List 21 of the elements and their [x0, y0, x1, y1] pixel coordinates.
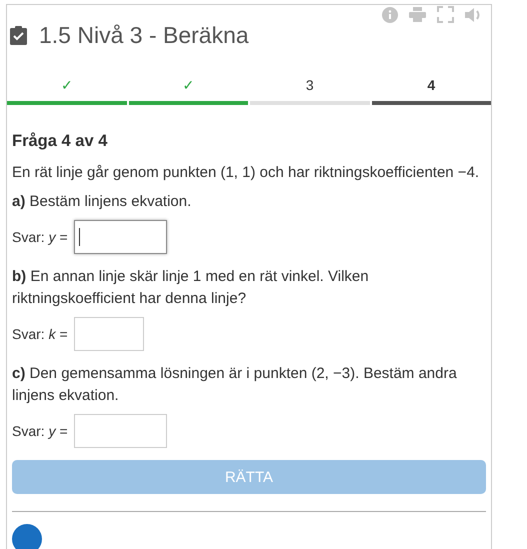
answer-field[interactable]	[74, 317, 144, 351]
info-icon[interactable]	[382, 6, 398, 22]
answer-label: Svar: k =	[12, 326, 68, 342]
question-part: c) Den gemensamma lösningen är i punkten (2, −3). Bestäm andra linjens ekvation.	[12, 364, 458, 406]
question-part: a) Bestäm linjens ekvation.	[12, 192, 192, 212]
page-title: 1.5 Nivå 3 - Beräkna	[39, 22, 249, 48]
question-heading: Fråga 4 av 4	[12, 132, 108, 151]
answer-field[interactable]	[74, 220, 167, 254]
progress-step[interactable]: 4	[372, 77, 491, 105]
avatar-icon	[12, 524, 42, 549]
clipboard-check-icon	[10, 26, 27, 44]
answer-label: Svar: y =	[12, 229, 68, 245]
progress-step[interactable]: ✓	[128, 77, 248, 105]
answer-label: Svar: y =	[12, 423, 68, 439]
progress-step[interactable]: ✓	[7, 77, 126, 105]
print-icon[interactable]	[409, 7, 426, 22]
question-text: En rät linje går genom punkten (1, 1) och har riktningskoefficienten −4.	[12, 163, 480, 183]
fullscreen-icon[interactable]	[437, 6, 454, 23]
answer-field[interactable]	[74, 414, 167, 448]
progress-step[interactable]: 3	[250, 77, 370, 105]
question-part: b) En annan linje skär linje 1 med en rät vinkel. Vilken riktningskoefficient har denna linje?	[12, 267, 370, 309]
